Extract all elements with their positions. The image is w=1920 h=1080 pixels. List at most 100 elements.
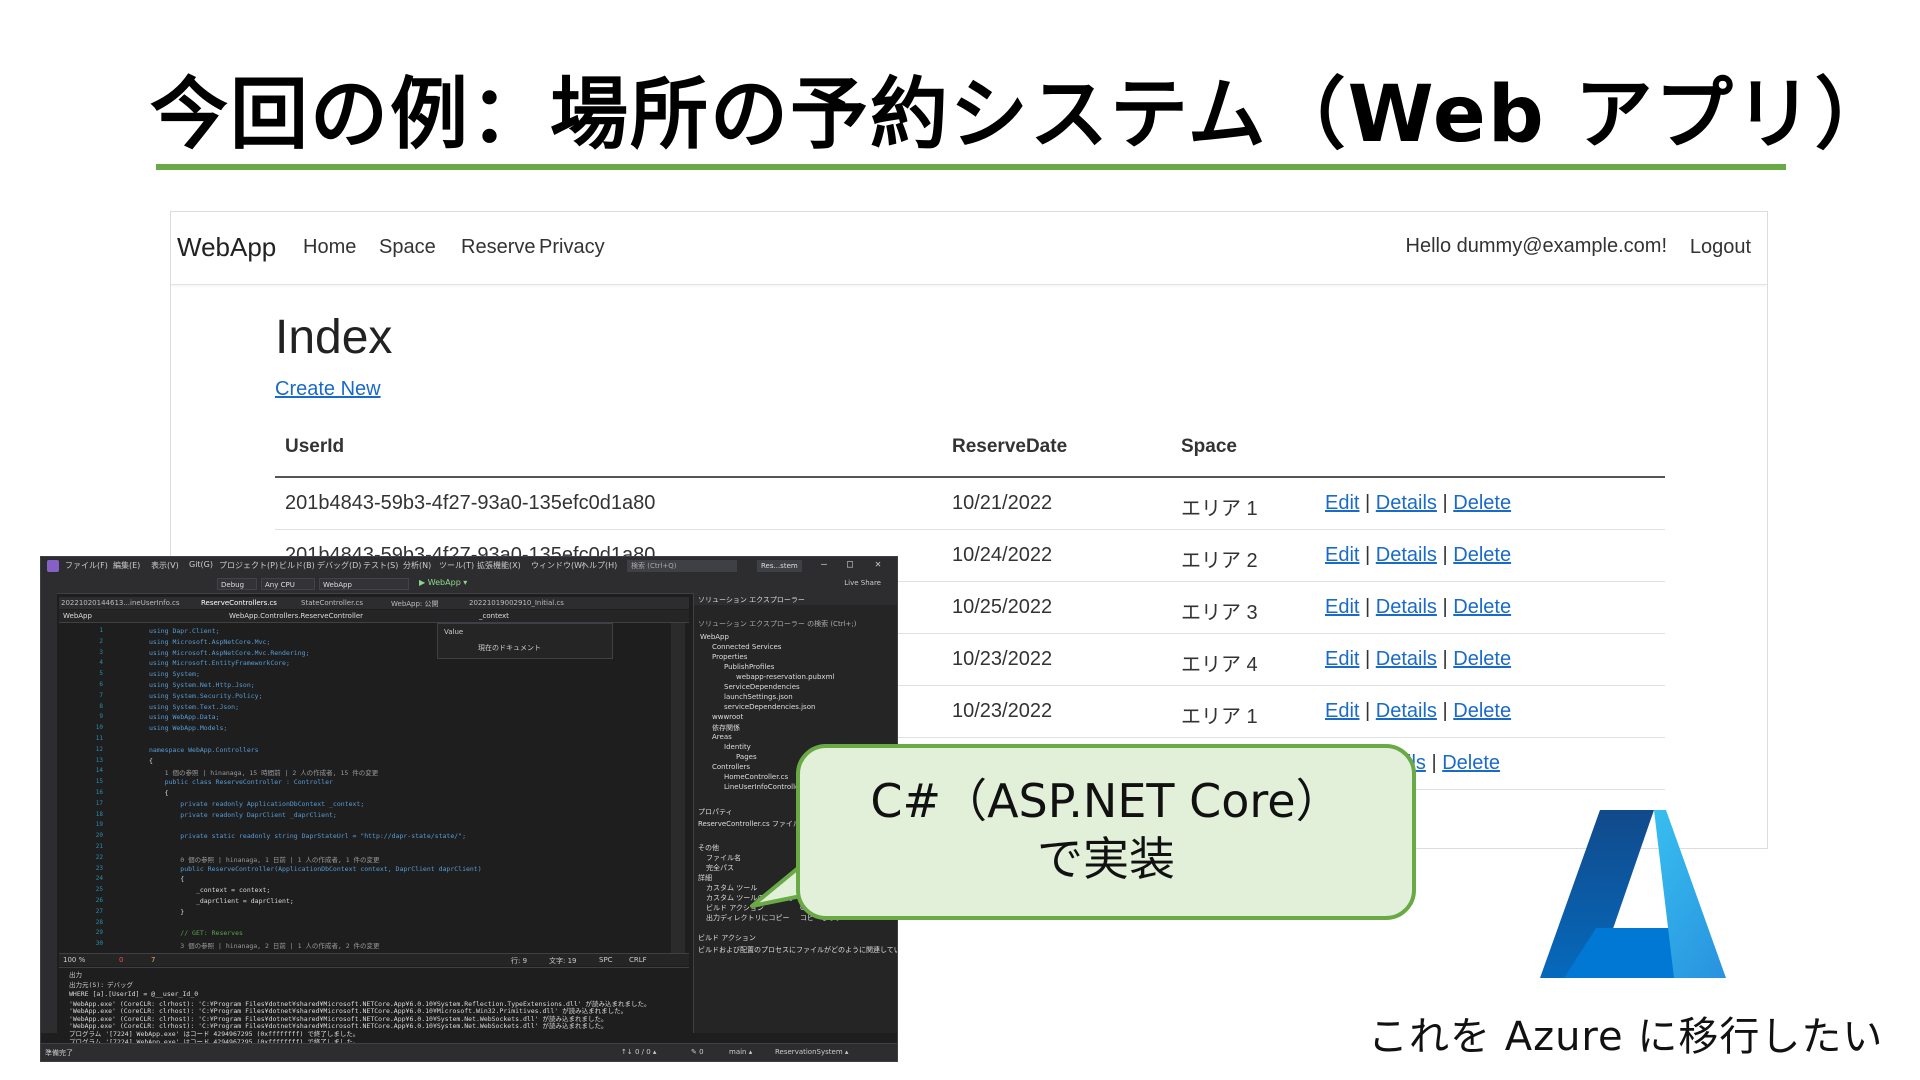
solution-explorer-search[interactable]: ソリューション エクスプローラー の検索 (Ctrl+;) bbox=[698, 619, 856, 629]
live-share-button[interactable]: Live Share bbox=[844, 579, 881, 587]
edit-link[interactable]: Edit bbox=[1325, 700, 1359, 722]
line-number: 12 bbox=[95, 745, 103, 753]
details-link[interactable]: Details bbox=[1376, 492, 1437, 514]
menu-build[interactable]: ビルド(B) bbox=[279, 560, 315, 571]
find-scope-dropdown[interactable]: 現在のドキュメント bbox=[478, 643, 541, 653]
delete-link[interactable]: Delete bbox=[1453, 648, 1511, 670]
vs-search-input[interactable]: 検索 (Ctrl+Q) bbox=[627, 560, 737, 572]
run-button[interactable]: ▶ WebApp ▾ bbox=[419, 578, 467, 587]
tab-webapp-publish[interactable]: WebApp: 公開 bbox=[391, 599, 439, 609]
solution-tree-item[interactable]: wwwroot bbox=[712, 713, 743, 721]
azure-logo-icon bbox=[1540, 810, 1726, 978]
edit-link[interactable]: Edit bbox=[1325, 648, 1359, 670]
output-source-dropdown[interactable]: デバッグ bbox=[107, 979, 133, 989]
tab-initial-migration[interactable]: 20221019002910_Initial.cs bbox=[469, 599, 564, 607]
tab-reservecontroller[interactable]: ReserveControllers.cs bbox=[201, 599, 277, 607]
status-branch[interactable]: main ▴ bbox=[729, 1048, 752, 1056]
nav-member-dropdown[interactable]: _context bbox=[479, 612, 509, 620]
line-number: 29 bbox=[95, 929, 103, 937]
editor-scrollbar[interactable] bbox=[671, 623, 685, 953]
solution-tree-item[interactable]: Connected Services bbox=[712, 643, 781, 651]
nav-space[interactable]: Space bbox=[379, 236, 436, 259]
delete-link[interactable]: Delete bbox=[1453, 700, 1511, 722]
solution-tree-item[interactable]: PublishProfiles bbox=[724, 663, 774, 671]
delete-link[interactable]: Delete bbox=[1442, 752, 1500, 774]
delete-link[interactable]: Delete bbox=[1453, 596, 1511, 618]
separator: | bbox=[1442, 700, 1448, 722]
visual-studio-screenshot: ファイル(F) 編集(E) 表示(V) Git(G) プロジェクト(P) ビルド… bbox=[40, 556, 898, 1062]
menu-test[interactable]: テスト(S) bbox=[363, 560, 398, 571]
error-count[interactable]: 0 bbox=[119, 956, 123, 964]
solution-tree-item[interactable]: webapp-reservation.pubxml bbox=[736, 673, 834, 681]
user-greeting[interactable]: Hello dummy@example.com! bbox=[1406, 235, 1668, 258]
details-link[interactable]: Details bbox=[1376, 700, 1437, 722]
details-link[interactable]: Details bbox=[1376, 596, 1437, 618]
menu-edit[interactable]: 編集(E) bbox=[113, 560, 140, 571]
solution-name-badge[interactable]: Res...stem bbox=[757, 560, 802, 572]
close-icon[interactable]: ✕ bbox=[875, 559, 881, 570]
azure-caption: これを Azure に移行したい bbox=[1368, 1014, 1884, 1060]
find-input[interactable]: Value bbox=[444, 628, 463, 636]
edit-link[interactable]: Edit bbox=[1325, 492, 1359, 514]
status-edits[interactable]: ✎ 0 bbox=[691, 1048, 704, 1056]
maximize-icon[interactable]: □ bbox=[847, 559, 853, 570]
zoom-level[interactable]: 100 % bbox=[63, 956, 85, 964]
edit-link[interactable]: Edit bbox=[1325, 544, 1359, 566]
menu-debug[interactable]: デバッグ(D) bbox=[317, 560, 361, 571]
output-panel: 出力 出力元(S): デバッグ WHERE [a].[UserId] = @__… bbox=[59, 967, 689, 1053]
nav-home[interactable]: Home bbox=[303, 236, 356, 259]
menu-tools[interactable]: ツール(T) bbox=[439, 560, 474, 571]
solution-tree-item[interactable]: Areas bbox=[712, 733, 732, 741]
status-sync[interactable]: ↑↓ 0 / 0 ▴ bbox=[621, 1048, 656, 1056]
nav-class-dropdown[interactable]: WebApp.Controllers.ReserveController bbox=[229, 612, 363, 620]
menu-file[interactable]: ファイル(F) bbox=[65, 560, 108, 571]
solution-tree-item[interactable]: HomeController.cs bbox=[724, 773, 788, 781]
tab-lineuserinfo[interactable]: 20221020144613...ineUserInfo.cs bbox=[61, 599, 180, 607]
status-repo[interactable]: ReservationSystem ▴ bbox=[775, 1048, 848, 1056]
menu-git[interactable]: Git(G) bbox=[189, 560, 213, 569]
delete-link[interactable]: Delete bbox=[1453, 492, 1511, 514]
menu-help[interactable]: ヘルプ(H) bbox=[581, 560, 617, 571]
solution-tree-item[interactable]: Controllers bbox=[712, 763, 750, 771]
edit-link[interactable]: Edit bbox=[1325, 596, 1359, 618]
create-new-link[interactable]: Create New bbox=[275, 378, 381, 401]
line-ending-indicator: CRLF bbox=[629, 956, 647, 964]
line-number: 15 bbox=[95, 778, 103, 786]
configuration-dropdown[interactable]: Debug bbox=[217, 578, 257, 590]
nav-privacy[interactable]: Privacy bbox=[539, 236, 605, 259]
solution-tree-item[interactable]: 依存関係 bbox=[712, 723, 740, 733]
platform-dropdown[interactable]: Any CPU bbox=[261, 578, 315, 590]
delete-link[interactable]: Delete bbox=[1453, 544, 1511, 566]
warning-count[interactable]: 7 bbox=[151, 956, 155, 964]
code-editor[interactable]: 1 using Dapr.Client; 2 using Microsoft.AspN… bbox=[59, 623, 671, 953]
logout-link[interactable]: Logout bbox=[1690, 236, 1751, 259]
solution-tree-item[interactable]: WebApp bbox=[700, 633, 729, 641]
menu-window[interactable]: ウィンドウ(W) bbox=[531, 560, 585, 571]
line-number: 17 bbox=[95, 799, 103, 807]
solution-tree-item[interactable]: ServiceDependencies bbox=[724, 683, 800, 691]
minimize-icon[interactable]: – bbox=[821, 559, 827, 570]
menu-project[interactable]: プロジェクト(P) bbox=[219, 560, 278, 571]
solution-tree-item[interactable]: Properties bbox=[712, 653, 747, 661]
nav-project-dropdown[interactable]: WebApp bbox=[63, 612, 92, 620]
webapp-navbar: WebApp Home Space Reserve Privacy Hello … bbox=[171, 212, 1767, 285]
webapp-brand[interactable]: WebApp bbox=[177, 232, 276, 263]
separator: | bbox=[1442, 492, 1448, 514]
menu-view[interactable]: 表示(V) bbox=[151, 560, 179, 571]
details-link[interactable]: Details bbox=[1376, 648, 1437, 670]
tab-statecontroller[interactable]: StateController.cs bbox=[301, 599, 363, 607]
details-link[interactable]: Details bbox=[1376, 544, 1437, 566]
menu-extensions[interactable]: 拡張機能(X) bbox=[477, 560, 521, 571]
startup-project-dropdown[interactable]: WebApp bbox=[319, 578, 409, 590]
solution-tree-item[interactable]: Pages bbox=[736, 753, 757, 761]
visual-studio-logo-icon bbox=[47, 560, 59, 572]
cell-reservedate: 10/23/2022 bbox=[952, 648, 1053, 670]
solution-tree-item[interactable]: launchSettings.json bbox=[724, 693, 793, 701]
menu-analyze[interactable]: 分析(N) bbox=[403, 560, 431, 571]
code-line: } bbox=[149, 907, 185, 916]
cell-space: エリア 3 bbox=[1181, 602, 1258, 624]
solution-tree-item[interactable]: serviceDependencies.json bbox=[724, 703, 815, 711]
code-line: using System; bbox=[149, 670, 200, 679]
solution-tree-item[interactable]: Identity bbox=[724, 743, 751, 751]
nav-reserve[interactable]: Reserve bbox=[461, 236, 535, 259]
